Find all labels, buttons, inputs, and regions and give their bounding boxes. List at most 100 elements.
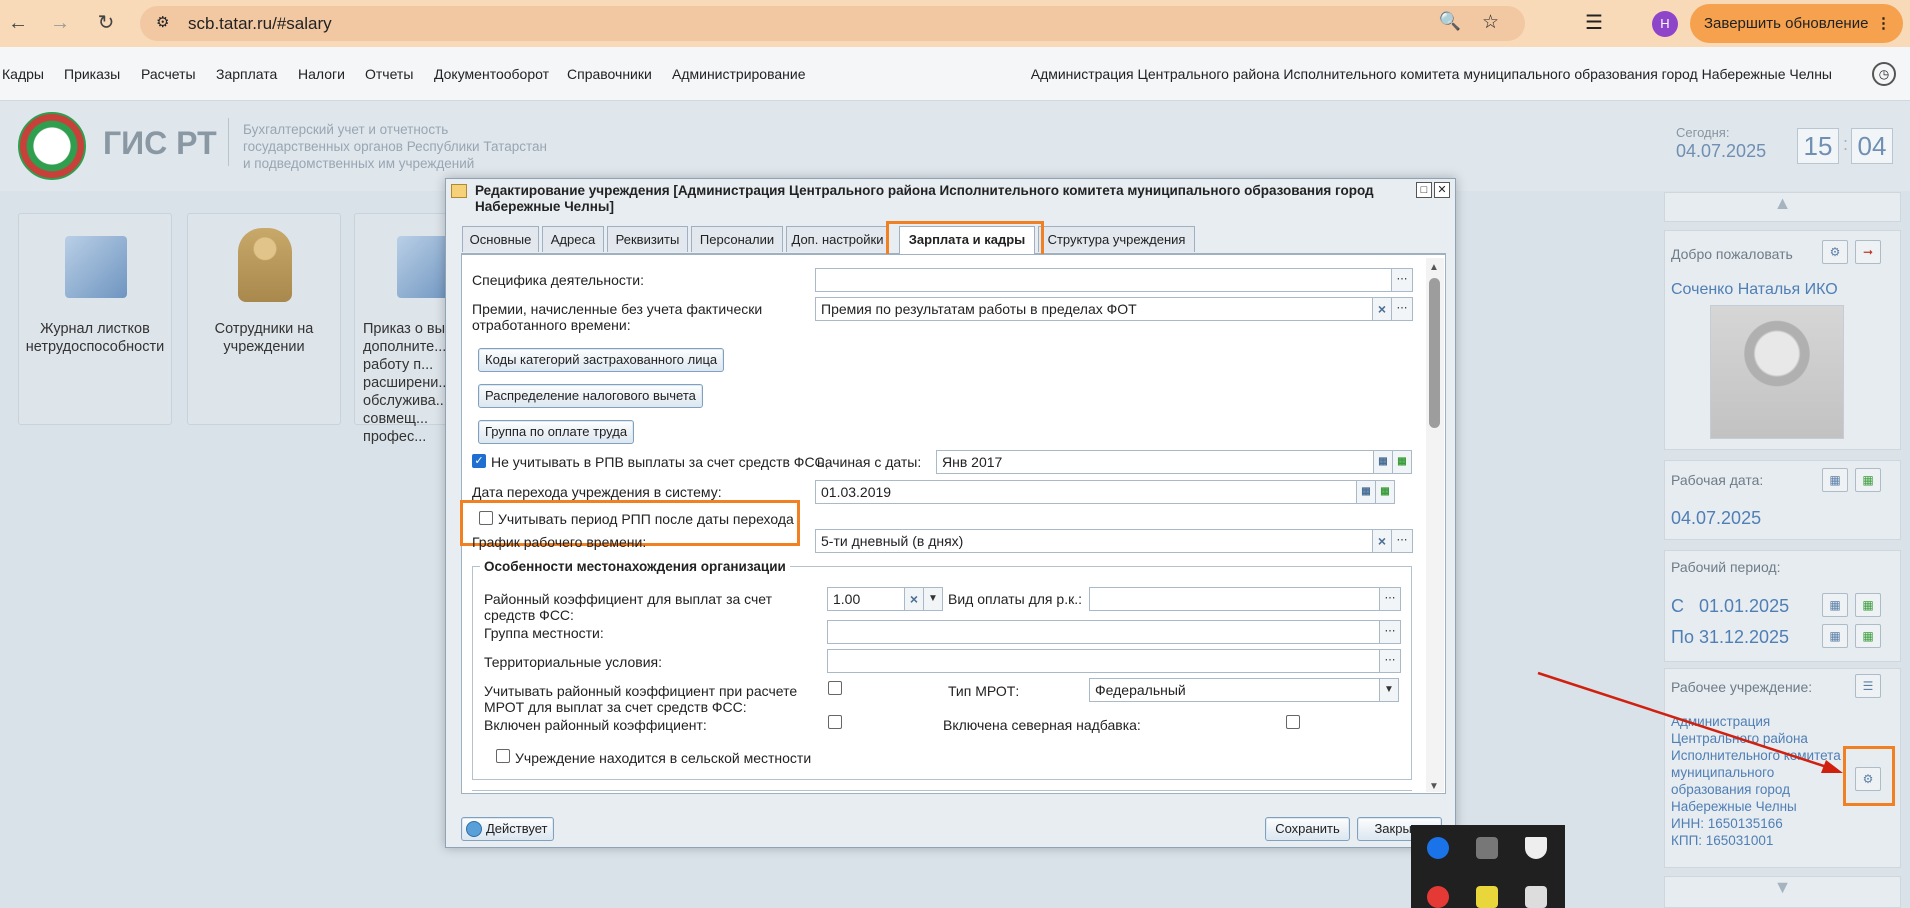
tile-employees[interactable]: Сотрудники на учреждении: [187, 213, 341, 425]
transition-date-input[interactable]: 01.03.2019: [815, 480, 1357, 504]
menu-item-admin[interactable]: Администрирование: [672, 66, 806, 82]
tab-basic[interactable]: Основные: [462, 226, 539, 252]
territorial-conditions-label: Территориальные условия:: [484, 654, 662, 670]
bonus-clear-icon[interactable]: ×: [1372, 297, 1392, 321]
address-bar[interactable]: ⚙ scb.tatar.ru/#salary 🔍 ☆: [140, 6, 1525, 41]
scroll-up-icon[interactable]: ▲: [1429, 262, 1439, 273]
specifics-input[interactable]: [815, 268, 1393, 292]
bonus-input[interactable]: Премия по результатам работы в пределах …: [815, 297, 1373, 321]
regional-coef-label: Районный коэффициент для выплат за счет …: [484, 591, 773, 623]
fss-date-input[interactable]: Янв 2017: [936, 450, 1374, 474]
extensions-icon[interactable]: ☰: [1585, 10, 1603, 35]
regional-coef-enabled-checkbox[interactable]: [828, 715, 842, 729]
cloud-offline-icon[interactable]: [1476, 837, 1498, 859]
reload-icon[interactable]: ↻: [92, 9, 120, 37]
user-name[interactable]: Соченко Наталья ИКО: [1671, 281, 1838, 299]
calendar-icon[interactable]: ▦: [1822, 468, 1848, 492]
scroll-down-icon[interactable]: ▼: [1429, 781, 1439, 792]
schedule-clear-icon[interactable]: ×: [1372, 529, 1392, 553]
location-legend: Особенности местонахождения организации: [480, 559, 790, 574]
update-button[interactable]: Завершить обновление ⋮: [1690, 4, 1903, 43]
mrot-type-dropdown-icon[interactable]: ▼: [1379, 678, 1399, 702]
close-icon[interactable]: ✕: [1434, 182, 1450, 198]
regional-coef-input[interactable]: 1.00: [827, 587, 905, 611]
transition-calendar-apply-icon[interactable]: ▦: [1375, 480, 1395, 504]
clock-minutes: 04: [1851, 128, 1893, 164]
insured-category-codes-button[interactable]: Коды категорий застрахованного лица: [478, 348, 725, 372]
bonus-select-icon[interactable]: ⋯: [1391, 297, 1413, 321]
menu-item-documents[interactable]: Документооборот: [434, 66, 549, 82]
panel-scroll-down-icon[interactable]: ▼: [1664, 876, 1901, 908]
regional-coef-dropdown-icon[interactable]: ▼: [923, 587, 943, 611]
menu-item-hr[interactable]: Кадры: [2, 66, 44, 82]
tile-sick-leave-journal[interactable]: Журнал листков нетрудоспособности: [18, 213, 172, 425]
mrot-type-select[interactable]: Федеральный: [1089, 678, 1380, 702]
edit-document-icon: [451, 184, 467, 198]
back-icon[interactable]: ←: [4, 9, 32, 37]
bluetooth-icon[interactable]: [1427, 837, 1449, 859]
schedule-select-icon[interactable]: ⋯: [1391, 529, 1413, 553]
profile-avatar[interactable]: Н: [1652, 11, 1678, 37]
pay-group-button[interactable]: Группа по оплате труда: [478, 420, 635, 444]
clock-icon[interactable]: ◷: [1872, 62, 1896, 86]
fss-date-label: начиная с даты:: [817, 454, 922, 470]
tab-additional-settings[interactable]: Доп. настройки: [786, 226, 889, 252]
maximize-icon[interactable]: □: [1416, 182, 1432, 198]
logout-icon[interactable]: ➞: [1855, 240, 1881, 264]
update-button-label: Завершить обновление: [1704, 15, 1869, 32]
fss-exclude-checkbox[interactable]: ✓: [472, 454, 486, 468]
rural-area-checkbox[interactable]: [496, 749, 510, 763]
locality-group-select-icon[interactable]: ⋯: [1379, 620, 1401, 644]
pay-type-select-icon[interactable]: ⋯: [1379, 587, 1401, 611]
rpp-period-checkbox[interactable]: [479, 511, 493, 525]
specifics-select-icon[interactable]: ⋯: [1391, 268, 1413, 292]
north-allowance-checkbox[interactable]: [1286, 715, 1300, 729]
period-from-apply-icon[interactable]: ▦: [1855, 593, 1881, 617]
transition-calendar-icon[interactable]: ▦: [1356, 480, 1376, 504]
forward-icon[interactable]: →: [46, 9, 74, 37]
territorial-conditions-select-icon[interactable]: ⋯: [1379, 649, 1401, 673]
user-settings-icon[interactable]: ⚙: [1822, 240, 1848, 264]
menu-item-reports[interactable]: Отчеты: [365, 66, 413, 82]
fss-calendar-apply-icon[interactable]: ▦: [1392, 450, 1412, 474]
schedule-input[interactable]: 5-ти дневный (в днях): [815, 529, 1373, 553]
notes-icon[interactable]: [1476, 886, 1498, 908]
save-button[interactable]: Сохранить: [1265, 817, 1350, 841]
fss-calendar-icon[interactable]: ▦: [1373, 450, 1393, 474]
menu-item-references[interactable]: Справочники: [567, 66, 652, 82]
period-to-apply-icon[interactable]: ▦: [1855, 624, 1881, 648]
site-settings-icon[interactable]: ⚙: [156, 13, 169, 31]
menu-item-salary[interactable]: Зарплата: [216, 66, 277, 82]
territorial-conditions-input[interactable]: [827, 649, 1380, 673]
tab-personalia[interactable]: Персоналии: [691, 226, 783, 252]
calendar-apply-icon[interactable]: ▦: [1855, 468, 1881, 492]
zoom-icon[interactable]: 🔍: [1439, 11, 1461, 32]
status-button[interactable]: Действует: [461, 817, 555, 841]
regional-coef-clear-icon[interactable]: ×: [904, 587, 924, 611]
period-from: С 01.01.2025: [1671, 596, 1790, 616]
locality-group-input[interactable]: [827, 620, 1380, 644]
usb-eject-icon[interactable]: [1525, 886, 1547, 908]
chrome-icon[interactable]: [1427, 886, 1449, 908]
period-from-calendar-icon[interactable]: ▦: [1822, 593, 1848, 617]
menu-kebab-icon: ⋮: [1876, 15, 1891, 32]
period-to-calendar-icon[interactable]: ▦: [1822, 624, 1848, 648]
tab-addresses[interactable]: Адреса: [542, 226, 604, 252]
tile-label: Приказ о вы... дополните... работу п... …: [363, 321, 458, 445]
panel-scroll-up-icon[interactable]: ▲: [1664, 192, 1901, 222]
tab-requisites[interactable]: Реквизиты: [607, 226, 688, 252]
security-shield-icon[interactable]: [1525, 837, 1547, 859]
welcome-label: Добро пожаловать: [1671, 246, 1793, 262]
mrot-coef-checkbox[interactable]: [828, 681, 842, 695]
scrollbar-thumb[interactable]: [1429, 278, 1440, 428]
menu-item-taxes[interactable]: Налоги: [298, 66, 345, 82]
tab-institution-structure[interactable]: Структура учреждения: [1038, 226, 1195, 252]
tile-additional-work-order[interactable]: Приказ о вы... дополните... работу п... …: [354, 213, 457, 445]
url-text: scb.tatar.ru/#salary: [188, 14, 332, 33]
bookmark-star-icon[interactable]: ☆: [1482, 11, 1499, 34]
menu-item-orders[interactable]: Приказы: [64, 66, 120, 82]
dialog-title: Редактирование учреждения [Администрация…: [475, 183, 1374, 214]
tax-deduction-distribution-button[interactable]: Распределение налогового вычета: [478, 384, 703, 408]
menu-item-calculations[interactable]: Расчеты: [141, 66, 196, 82]
pay-type-input[interactable]: [1089, 587, 1380, 611]
